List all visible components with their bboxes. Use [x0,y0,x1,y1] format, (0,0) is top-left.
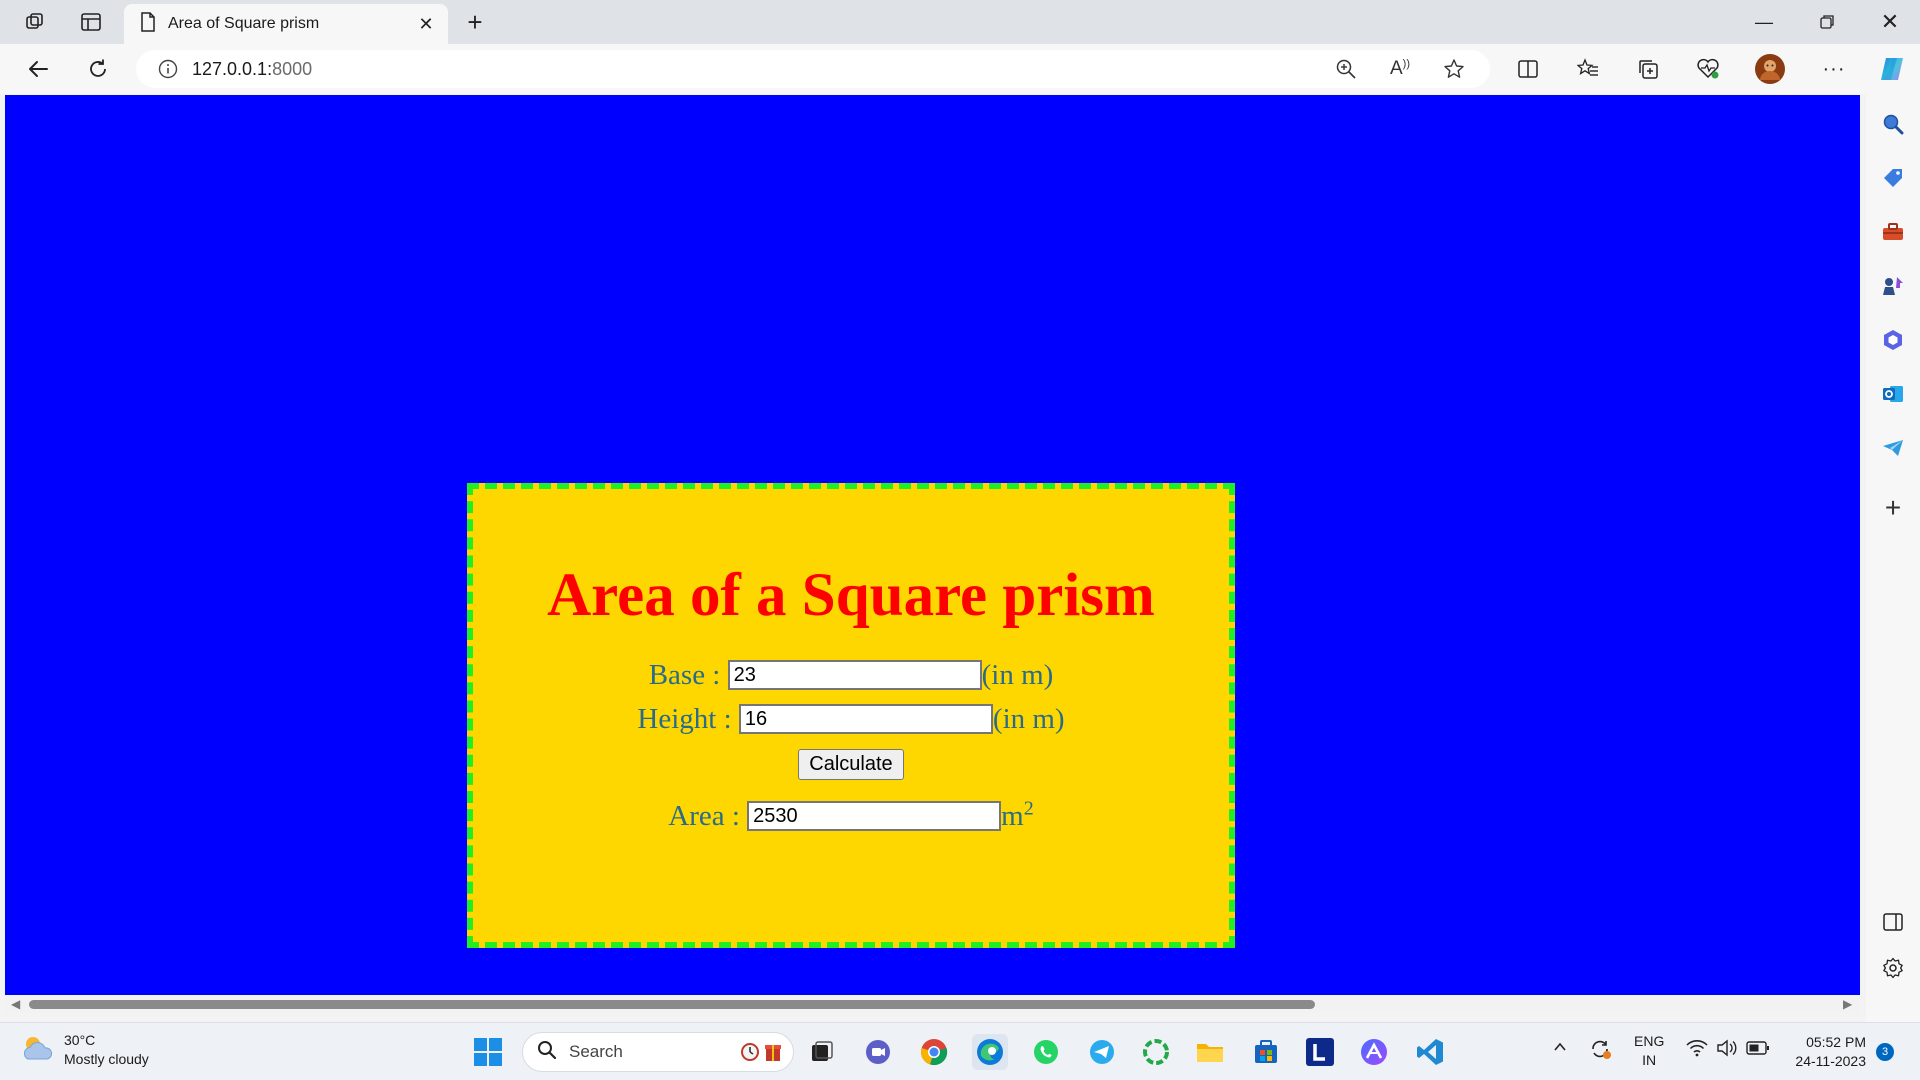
taskbar: 30°C Mostly cloudy Search ENG IN 05:52 P… [0,1022,1920,1080]
chevron-up-icon[interactable] [1552,1039,1568,1060]
area-row: Area : m2 [473,794,1229,838]
area-unit-exponent: 2 [1023,796,1034,819]
edge-sidebar: + [1866,94,1920,1022]
title-bar: Area of Square prism ✕ + — ✕ [0,0,1920,44]
scroll-right-icon[interactable]: ▶ [1843,997,1852,1011]
weather-widget[interactable]: 30°C Mostly cloudy [20,1031,149,1069]
calculate-button[interactable]: Calculate [798,749,904,780]
scrollbar-thumb[interactable] [29,1000,1315,1009]
address-bar[interactable]: 127.0.0.1:8000 A)) [136,50,1490,88]
page-viewport: Area of a Square prism Base : (in m) Hei… [5,95,1860,995]
clock-date: 24-11-2023 [1795,1053,1866,1069]
area-label: Area : [668,799,740,832]
teams-chat-icon[interactable] [860,1034,896,1070]
language-indicator[interactable]: ENG IN [1634,1032,1664,1070]
area-unit: m2 [1001,796,1034,832]
read-aloud-icon[interactable]: A)) [1384,54,1416,84]
taskbar-search[interactable]: Search [522,1032,794,1072]
games-icon[interactable] [1877,270,1909,302]
clock-time: 05:52 PM [1806,1034,1866,1050]
restore-icon[interactable] [1797,0,1857,44]
zoom-icon[interactable] [1330,54,1362,84]
shopping-tag-icon[interactable] [1877,162,1909,194]
tab-active[interactable]: Area of Square prism ✕ [124,4,448,44]
task-view-icon[interactable] [804,1034,840,1070]
workspaces-icon[interactable] [18,8,52,36]
height-input[interactable] [738,704,993,734]
base-unit: (in m) [981,658,1054,691]
vscode-icon[interactable] [1412,1034,1448,1070]
cloudy-weather-icon [20,1033,54,1068]
scroll-left-icon[interactable]: ◀ [11,997,20,1011]
microsoft-store-icon[interactable] [1248,1034,1284,1070]
close-window-icon[interactable]: ✕ [1860,0,1920,44]
sync-circle-icon[interactable] [1138,1034,1174,1070]
search-icon[interactable] [1877,108,1909,140]
more-icon[interactable]: ··· [1816,53,1852,85]
favorite-star-icon[interactable] [1438,54,1470,84]
favorites-icon[interactable] [1570,53,1606,85]
temperature: 30°C [64,1032,96,1048]
clock[interactable]: 05:52 PM 24-11-2023 [1776,1033,1866,1071]
navigation-bar: 127.0.0.1:8000 A)) ··· [0,44,1920,94]
base-input[interactable] [727,660,982,690]
m365-icon[interactable] [1877,324,1909,356]
weather-description: Mostly cloudy [64,1051,149,1067]
back-icon[interactable] [20,53,56,85]
collections-icon[interactable] [1630,53,1666,85]
arc-app-icon[interactable] [1356,1034,1392,1070]
whatsapp-icon[interactable] [1028,1034,1064,1070]
profile-avatar[interactable] [1752,53,1788,85]
file-explorer-icon[interactable] [1192,1034,1228,1070]
base-row: Base : (in m) [473,653,1229,697]
edge-icon[interactable] [972,1034,1008,1070]
search-icon [537,1040,557,1065]
performance-icon[interactable] [1690,53,1726,85]
l-app-icon[interactable] [1302,1034,1338,1070]
notification-badge[interactable]: 3 [1876,1043,1894,1061]
chrome-icon[interactable] [916,1034,952,1070]
volume-icon[interactable] [1716,1039,1738,1062]
tab-actions-icon[interactable] [74,8,108,36]
sync-status-icon[interactable] [1588,1037,1612,1066]
page-icon [140,11,156,37]
telegram-icon[interactable] [1877,432,1909,464]
refresh-icon[interactable] [80,53,116,85]
split-screen-icon[interactable] [1510,53,1546,85]
outlook-icon[interactable] [1877,378,1909,410]
windows-start-icon[interactable] [470,1034,506,1070]
close-icon[interactable]: ✕ [412,10,440,38]
telegram-app-icon[interactable] [1084,1034,1120,1070]
plus-icon[interactable]: + [458,6,492,38]
horizontal-scrollbar[interactable]: ◀ ▶ [5,995,1860,1013]
sidebar-toggle-icon[interactable] [1877,906,1909,938]
wifi-icon[interactable] [1686,1039,1708,1062]
info-icon[interactable] [158,59,178,79]
search-highlight-icon [739,1040,783,1064]
area-output[interactable] [747,801,1002,831]
copilot-icon[interactable] [1874,53,1910,85]
search-label: Search [569,1042,623,1061]
url-text[interactable]: 127.0.0.1:8000 [192,59,312,80]
height-row: Height : (in m) [473,697,1229,741]
tab-title: Area of Square prism [168,15,320,32]
minimize-icon[interactable]: — [1734,0,1794,44]
calculator-card: Area of a Square prism Base : (in m) Hei… [467,483,1235,948]
settings-icon[interactable] [1877,952,1909,984]
height-unit: (in m) [992,702,1065,735]
page-heading: Area of a Square prism [547,562,1155,629]
base-label: Base : [648,658,721,691]
height-label: Height : [637,702,732,735]
tools-icon[interactable] [1877,216,1909,248]
add-icon[interactable]: + [1877,492,1909,524]
battery-icon[interactable] [1746,1040,1770,1061]
